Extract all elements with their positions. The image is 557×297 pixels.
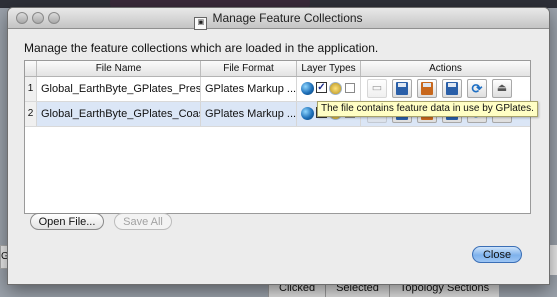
- globe-icon: [301, 82, 314, 95]
- save-button[interactable]: [392, 79, 412, 98]
- save-copy-button[interactable]: [442, 79, 462, 98]
- background-right-fragment: [549, 245, 557, 275]
- raster-layer-icon: [329, 82, 342, 95]
- header-row-number: [25, 61, 37, 76]
- file-name-cell[interactable]: Global_EarthByte_GPlates_Coas...: [37, 102, 201, 126]
- file-format-cell[interactable]: GPlates Markup ...: [201, 77, 297, 101]
- row-number: 2: [25, 102, 37, 126]
- title-bar[interactable]: ▣ Manage Feature Collections: [8, 8, 549, 30]
- table-header: File Name File Format Layer Types Action…: [25, 61, 530, 77]
- row-number: 1: [25, 77, 37, 101]
- window-title-text: Manage Feature Collections: [212, 11, 363, 25]
- file-name-cell[interactable]: Global_EarthByte_GPlates_Pres...: [37, 77, 201, 101]
- open-file-button[interactable]: Open File...: [30, 213, 104, 230]
- header-layer-types[interactable]: Layer Types: [297, 61, 361, 76]
- layer-checkbox-unchecked[interactable]: [345, 83, 355, 93]
- background-app-strip: [0, 0, 557, 8]
- file-format-cell[interactable]: GPlates Markup ...: [201, 102, 297, 126]
- floppy-edit-icon: [421, 82, 433, 95]
- save-all-button[interactable]: Save All: [114, 213, 172, 230]
- feature-collections-table: File Name File Format Layer Types Action…: [24, 60, 531, 214]
- globe-view: [110, 0, 310, 8]
- unload-file-button[interactable]: ⏏: [492, 79, 512, 98]
- floppy-disk-icon: [396, 82, 408, 95]
- header-file-name[interactable]: File Name: [37, 61, 201, 76]
- manage-feature-collections-dialog: ▣ Manage Feature Collections Manage the f…: [8, 8, 549, 284]
- header-file-format[interactable]: File Format: [201, 61, 297, 76]
- close-button[interactable]: Close: [472, 246, 522, 263]
- window-icon: ▣: [194, 17, 208, 30]
- reload-button[interactable]: ⟳: [467, 79, 487, 98]
- dialog-description: Manage the feature collections which are…: [24, 41, 379, 55]
- tooltip: The file contains feature data in use by…: [317, 101, 538, 117]
- edit-configuration-button[interactable]: ▭: [367, 79, 387, 98]
- table-row[interactable]: 1 Global_EarthByte_GPlates_Pres... GPlat…: [25, 77, 530, 102]
- globe-icon: [301, 107, 314, 120]
- layer-checkbox[interactable]: ✓: [316, 82, 327, 93]
- window-title: ▣ Manage Feature Collections: [8, 8, 549, 30]
- layer-types-cell: ✓: [297, 77, 361, 101]
- floppy-copy-icon: [446, 82, 458, 95]
- actions-cell: ▭ ⟳ ⏏: [361, 77, 530, 101]
- save-as-button[interactable]: [417, 79, 437, 98]
- header-actions[interactable]: Actions: [361, 61, 530, 76]
